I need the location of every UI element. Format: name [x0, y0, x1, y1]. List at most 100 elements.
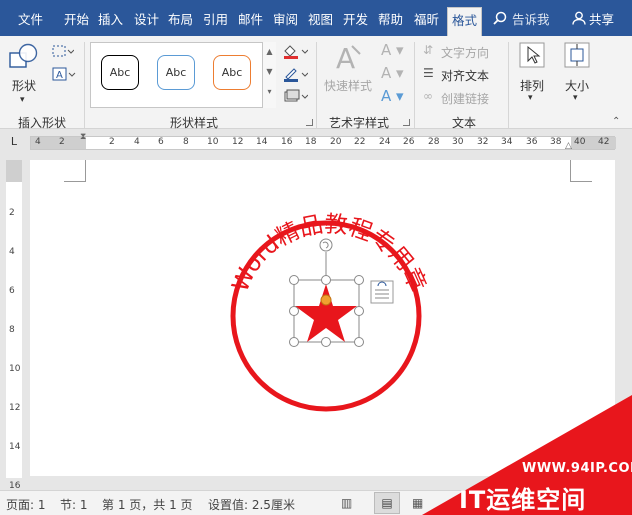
link-icon[interactable]: ∞ — [423, 89, 433, 103]
ruler-mark: 16 — [281, 137, 293, 147]
tab-item[interactable]: 布局 — [168, 9, 193, 31]
arrange-button[interactable]: 排列 — [520, 77, 544, 94]
style-sample-blue[interactable]: Abc — [157, 55, 195, 90]
ruler-mark: 30 — [452, 137, 464, 147]
ruler-mark: 4 — [35, 137, 41, 147]
ruler-mark: 2 — [109, 137, 115, 147]
ribbon-format: 形状 ▾ A 插入形状 Abc Abc Abc ▲ ▼ ▾ 形状样式 A 快速样式 … — [0, 36, 632, 130]
shapes-button[interactable]: 形状 — [12, 77, 36, 94]
collapse-ribbon-icon[interactable]: ⌃ — [612, 116, 620, 127]
ruler-mark: 14 — [256, 137, 268, 147]
size-button[interactable]: 大小 — [565, 77, 589, 94]
vertical-ruler-mark: 12 — [9, 403, 21, 413]
group-separator — [414, 42, 415, 128]
vertical-ruler-mark: 14 — [9, 442, 21, 452]
arrange-icon[interactable] — [519, 42, 545, 71]
ruler-mark: 2 — [59, 137, 65, 147]
seal-star[interactable] — [295, 284, 357, 342]
dialog-launcher-icon[interactable] — [403, 119, 410, 126]
status-setting[interactable]: 设置值: 2.5厘米 — [208, 496, 295, 513]
group-text-label: 文本 — [452, 116, 477, 130]
tab-item[interactable]: 设计 — [134, 9, 159, 31]
ruler-mark: 26 — [403, 137, 415, 147]
right-indent-icon[interactable]: △ — [565, 141, 572, 151]
group-separator — [316, 42, 317, 128]
fill-icon[interactable] — [282, 43, 309, 62]
ruler-mark: 4 — [134, 137, 140, 147]
align-text-icon[interactable]: ☰ — [423, 66, 434, 80]
ruler-mark: 32 — [477, 137, 489, 147]
chevron-down-icon: ▾ — [573, 93, 578, 103]
watermark-brand: IT运维空间 — [459, 486, 587, 514]
tab-format[interactable]: 格式 — [447, 7, 483, 36]
vertical-ruler-mark: 8 — [9, 325, 15, 335]
group-art-text-label: 艺术字样式 — [329, 116, 390, 130]
ruler-mark: 22 — [354, 137, 366, 147]
gallery-scroll[interactable]: ▲ ▼ ▾ — [262, 42, 276, 108]
edit-shape-icon[interactable] — [52, 44, 75, 61]
quick-style-icon[interactable]: A — [334, 42, 364, 77]
text-effects-icon[interactable]: A ▾ — [381, 87, 404, 105]
align-text-button[interactable]: 对齐文本 — [441, 67, 489, 84]
ruler-mark: 38 — [550, 137, 562, 147]
dialog-launcher-icon[interactable] — [306, 119, 313, 126]
vertical-ruler-mark: 2 — [9, 208, 15, 218]
ruler-margin-top — [6, 160, 22, 182]
ruler-mark: 28 — [428, 137, 440, 147]
style-sample-black[interactable]: Abc — [101, 55, 139, 90]
tab-item[interactable]: 邮件 — [238, 9, 263, 31]
tab-item[interactable]: 开始 — [64, 9, 89, 31]
quick-style-button[interactable]: 快速样式 — [324, 77, 372, 94]
rotate-handle[interactable] — [319, 238, 333, 252]
tab-item[interactable]: 引用 — [203, 9, 228, 31]
ruler-mark: 20 — [330, 137, 342, 147]
user-icon — [572, 11, 586, 28]
shapes-icon[interactable] — [8, 42, 42, 75]
status-page[interactable]: 页面: 1 — [6, 496, 46, 513]
adjust-handle[interactable] — [320, 294, 332, 306]
horizontal-ruler[interactable]: 4 2 2 4 6 8 10 12 14 16 18 20 22 24 26 28 30 32 34 36 38 40 42 — [30, 136, 616, 150]
ribbon-tab-bar: 文件 开始 插入 设计 布局 引用 邮件 审阅 视图 开发 帮助 福昕 格式 告诉我 共享 — [0, 0, 632, 36]
status-section[interactable]: 节: 1 — [60, 496, 88, 513]
text-fill-icon[interactable]: A ▾ — [381, 41, 404, 59]
vertical-ruler-mark: 6 — [9, 286, 15, 296]
tab-item[interactable]: 福昕 — [414, 9, 439, 31]
search-icon[interactable] — [493, 11, 507, 28]
tab-item[interactable]: 视图 — [308, 9, 333, 31]
print-layout-icon[interactable]: ▤ — [374, 492, 400, 514]
text-outline-icon[interactable]: A ▾ — [381, 64, 404, 82]
status-page-of[interactable]: 第 1 页，共 1 页 — [102, 496, 193, 513]
tab-item[interactable]: 帮助 — [378, 9, 403, 31]
watermark-url: WWW.94IP.COM — [522, 461, 632, 476]
group-shape-style-label: 形状样式 — [170, 116, 219, 130]
group-insert-shape-label: 插入形状 — [18, 116, 67, 130]
layout-options-button[interactable] — [370, 280, 394, 304]
size-icon[interactable] — [564, 42, 590, 71]
style-sample-orange[interactable]: Abc — [213, 55, 251, 90]
tell-me-box[interactable]: 告诉我 — [512, 9, 550, 31]
tab-selector-icon[interactable]: L — [6, 134, 22, 150]
text-box-icon[interactable]: A — [52, 67, 76, 84]
effects-icon[interactable] — [282, 89, 309, 106]
outline-icon[interactable] — [282, 66, 309, 85]
ruler-mark: 34 — [501, 137, 513, 147]
group-separator — [508, 42, 509, 128]
chevron-down-icon: ▾ — [20, 95, 25, 105]
create-link-button[interactable]: 创建链接 — [441, 90, 489, 107]
tab-item[interactable]: 文件 — [18, 9, 43, 31]
ruler-mark: 36 — [526, 137, 538, 147]
read-mode-icon[interactable]: ▥ — [341, 496, 352, 510]
tab-item[interactable]: 开发 — [343, 9, 368, 31]
vertical-ruler[interactable]: 2 4 6 8 10 12 14 16 — [6, 160, 22, 491]
text-direction-button[interactable]: 文字方向 — [441, 44, 489, 61]
ruler-mark: 10 — [207, 137, 219, 147]
text-direction-icon[interactable]: ⇵ — [423, 43, 433, 57]
indent-marker-icon[interactable]: ⧗ — [80, 132, 86, 142]
chevron-down-icon: ▾ — [528, 93, 533, 103]
ruler-mark: 24 — [379, 137, 391, 147]
tab-item[interactable]: 审阅 — [273, 9, 298, 31]
tab-item[interactable]: 插入 — [98, 9, 123, 31]
svg-text:A: A — [56, 70, 63, 81]
ruler-mark: 6 — [158, 137, 164, 147]
share-button[interactable]: 共享 — [589, 9, 614, 31]
